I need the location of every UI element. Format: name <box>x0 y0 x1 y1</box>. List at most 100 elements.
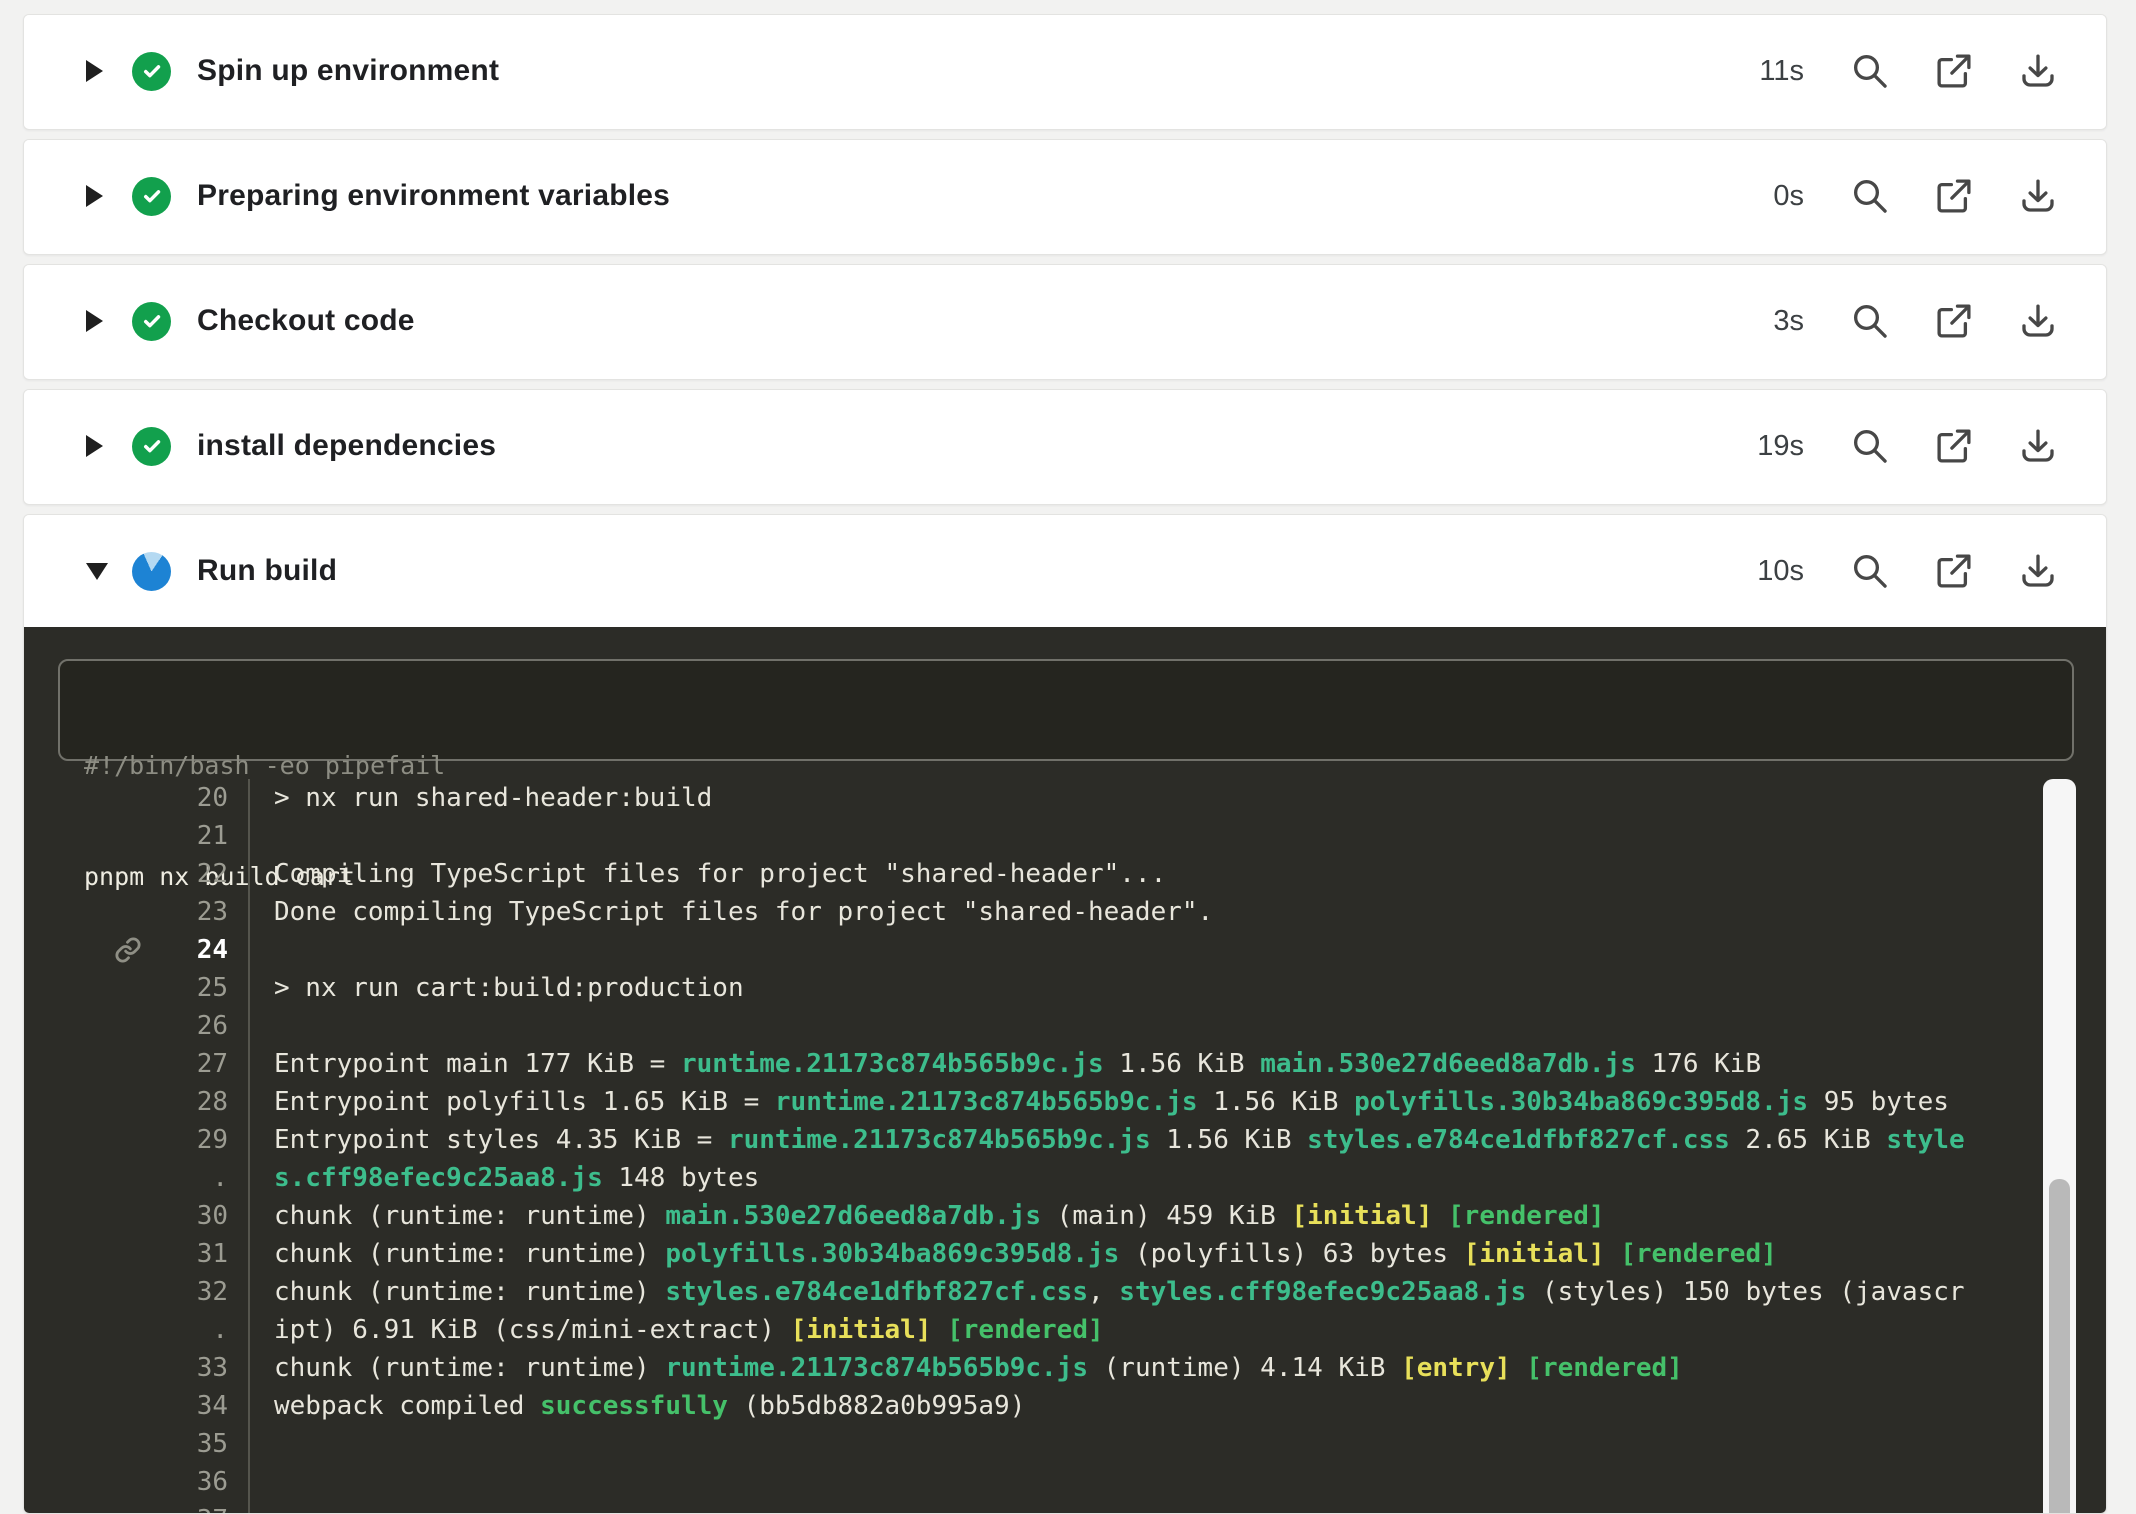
search-button[interactable] <box>1848 174 1892 218</box>
gutter-divider <box>248 817 250 855</box>
step-header[interactable]: Preparing environment variables 0s <box>24 140 2106 252</box>
gutter-divider <box>248 931 250 969</box>
log-line-text: > nx run cart:build:production <box>250 973 744 1003</box>
status-success-icon <box>132 52 171 91</box>
log-line-text: > nx run shared-header:build <box>250 783 712 813</box>
log-scrollbar-thumb[interactable] <box>2049 1179 2070 1514</box>
search-icon <box>1849 550 1891 592</box>
log-line-number[interactable]: 37 <box>142 1505 228 1513</box>
log-row: 23Done compiling TypeScript files for pr… <box>24 893 2106 931</box>
chevron-down-icon[interactable] <box>86 563 112 580</box>
search-icon <box>1849 50 1891 92</box>
search-button[interactable] <box>1848 299 1892 343</box>
log-line-text: Compiling TypeScript files for project "… <box>250 859 1166 889</box>
log-line-number[interactable]: 25 <box>142 973 228 1003</box>
step-card: Checkout code 3s <box>23 264 2107 380</box>
step-duration: 10s <box>1757 555 1804 588</box>
search-button[interactable] <box>1848 49 1892 93</box>
log-row: 36 <box>24 1463 2106 1501</box>
log-line-number[interactable]: 26 <box>142 1011 228 1041</box>
open-in-new-button[interactable] <box>1932 49 1976 93</box>
download-icon <box>2017 550 2059 592</box>
open-in-new-button[interactable] <box>1932 174 1976 218</box>
terminal-panel: #!/bin/bash -eo pipefail pnpm nx build c… <box>24 627 2106 1513</box>
line-link-icon[interactable] <box>24 936 142 964</box>
status-success-icon <box>132 427 171 466</box>
log-row: 32 chunk (runtime: runtime) styles.e784ce… <box>24 1273 2106 1311</box>
download-button[interactable] <box>2016 174 2060 218</box>
log-row: 37 <box>24 1501 2106 1513</box>
step-duration: 3s <box>1773 305 1804 338</box>
log-row: 35 <box>24 1425 2106 1463</box>
log-line-number[interactable]: 33 <box>142 1353 228 1383</box>
log-line-number[interactable]: 27 <box>142 1049 228 1079</box>
step-header[interactable]: Checkout code 3s <box>24 265 2106 377</box>
search-icon <box>1849 300 1891 342</box>
open-in-new-button[interactable] <box>1932 549 1976 593</box>
chevron-right-icon[interactable] <box>86 310 112 332</box>
download-button[interactable] <box>2016 549 2060 593</box>
log-line-number[interactable]: 22 <box>142 859 228 889</box>
log-line-text: Entrypoint styles 4.35 KiB = runtime.211… <box>250 1125 1965 1155</box>
step-card: Spin up environment11s <box>23 14 2107 130</box>
log-row: 21 <box>24 817 2106 855</box>
step-title: Preparing environment variables <box>197 179 670 213</box>
log-row: 22 Compiling TypeScript files for project… <box>24 855 2106 893</box>
step-header[interactable]: Run build10s <box>24 515 2106 627</box>
download-button[interactable] <box>2016 49 2060 93</box>
open-in-new-button[interactable] <box>1932 424 1976 468</box>
download-icon <box>2017 50 2059 92</box>
log-line-number[interactable]: 34 <box>142 1391 228 1421</box>
log-row: 29 Entrypoint styles 4.35 KiB = runtime.2… <box>24 1121 2106 1159</box>
log-line-number[interactable]: 21 <box>142 821 228 851</box>
download-button[interactable] <box>2016 424 2060 468</box>
search-button[interactable] <box>1848 549 1892 593</box>
open-in-new-button[interactable] <box>1932 299 1976 343</box>
line-wrap-marker: . <box>142 1315 228 1345</box>
log-row: 24 <box>24 931 2106 969</box>
step-duration: 19s <box>1757 430 1804 463</box>
log-row: . ipt) 6.91 KiB (css/mini-extract) [initi… <box>24 1311 2106 1349</box>
log-line-number[interactable]: 29 <box>142 1125 228 1155</box>
chevron-right-icon[interactable] <box>86 435 112 457</box>
log-row: 34webpack compiled successfully (bb5db88… <box>24 1387 2106 1425</box>
open-in-new-icon <box>1933 550 1975 592</box>
step-actions: 19s <box>1757 424 2060 468</box>
log-line-number[interactable]: 32 <box>142 1277 228 1307</box>
log-row: 27 Entrypoint main 177 KiB = runtime.2117… <box>24 1045 2106 1083</box>
open-in-new-icon <box>1933 425 1975 467</box>
chevron-right-icon[interactable] <box>86 185 112 207</box>
gutter-divider <box>248 1425 250 1463</box>
log-line-number[interactable]: 28 <box>142 1087 228 1117</box>
download-icon <box>2017 175 2059 217</box>
log-line-text: ipt) 6.91 KiB (css/mini-extract) [initia… <box>250 1315 1104 1345</box>
gutter-divider <box>248 1463 250 1501</box>
step-header[interactable]: install dependencies19s <box>24 390 2106 502</box>
log-line-number[interactable]: 23 <box>142 897 228 927</box>
log-line-text: Entrypoint polyfills 1.65 KiB = runtime.… <box>250 1087 1949 1117</box>
download-button[interactable] <box>2016 299 2060 343</box>
log-line-number[interactable]: 31 <box>142 1239 228 1269</box>
status-success-icon <box>132 177 171 216</box>
search-button[interactable] <box>1848 424 1892 468</box>
log-scrollbar-track[interactable] <box>2043 779 2076 1513</box>
log-row: 28 Entrypoint polyfills 1.65 KiB = runtim… <box>24 1083 2106 1121</box>
chevron-right-icon[interactable] <box>86 60 112 82</box>
log-line-number[interactable]: 35 <box>142 1429 228 1459</box>
log-line-number[interactable]: 36 <box>142 1467 228 1497</box>
log-line-text: Entrypoint main 177 KiB = runtime.21173c… <box>250 1049 1761 1079</box>
log-line-number[interactable]: 30 <box>142 1201 228 1231</box>
gutter-divider <box>248 1007 250 1045</box>
log-line-text: chunk (runtime: runtime) main.530e27d6ee… <box>250 1201 1605 1231</box>
step-title: Checkout code <box>197 304 415 338</box>
log-line-text: chunk (runtime: runtime) styles.e784ce1d… <box>250 1277 1965 1307</box>
log-line-number[interactable]: 20 <box>142 783 228 813</box>
log-line-text: s.cff98efec9c25aa8.js 148 bytes <box>250 1163 759 1193</box>
search-icon <box>1849 425 1891 467</box>
step-header[interactable]: Spin up environment11s <box>24 15 2106 127</box>
open-in-new-icon <box>1933 175 1975 217</box>
step-card: install dependencies19s <box>23 389 2107 505</box>
log-line-number[interactable]: 24 <box>142 935 228 965</box>
step-duration: 0s <box>1773 180 1804 213</box>
download-icon <box>2017 425 2059 467</box>
